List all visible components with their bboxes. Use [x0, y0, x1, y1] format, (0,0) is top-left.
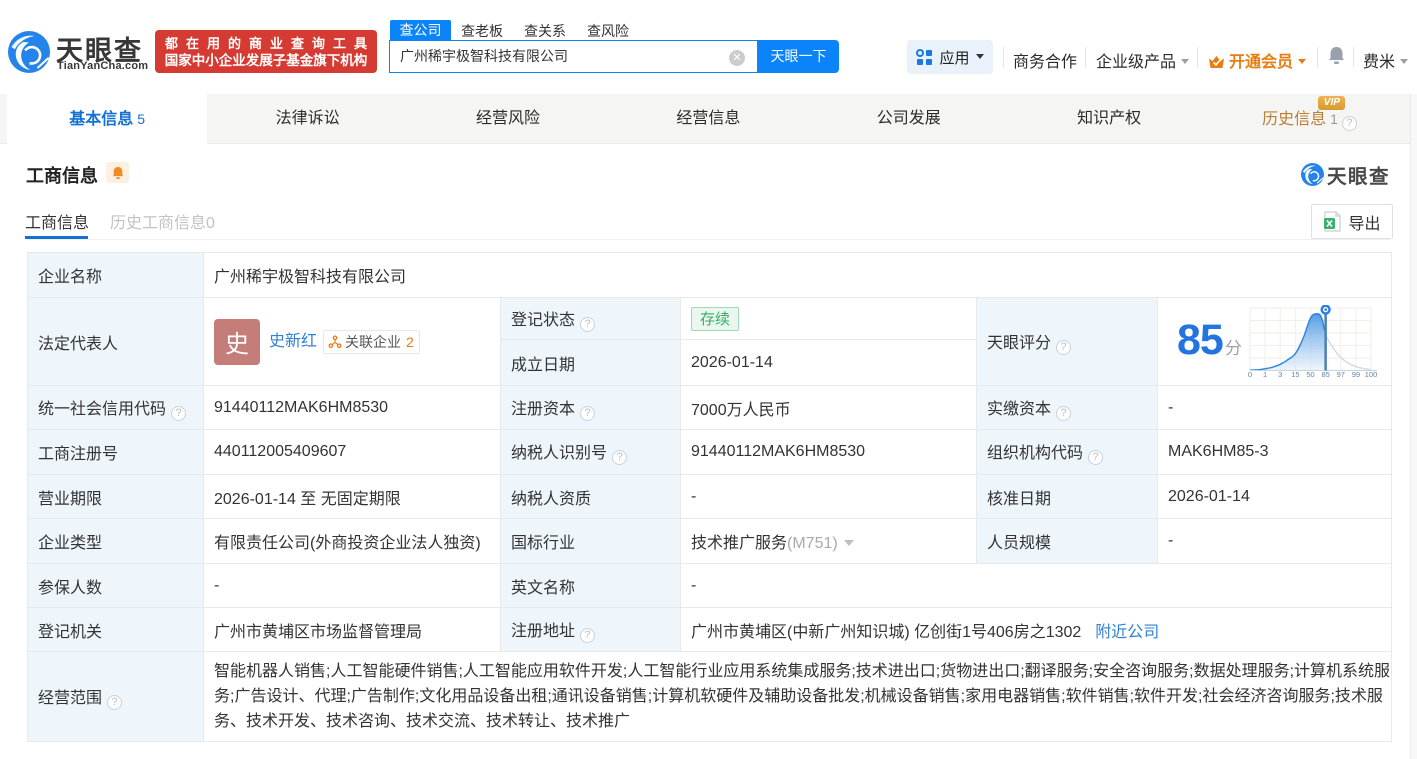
svg-text:15: 15: [1291, 370, 1299, 379]
svg-text:99: 99: [1352, 370, 1360, 379]
svg-text:50: 50: [1306, 370, 1314, 379]
svg-text:3: 3: [1278, 370, 1282, 379]
svg-text:0: 0: [1248, 370, 1252, 379]
svg-text:1: 1: [1263, 370, 1267, 379]
svg-text:85: 85: [1321, 370, 1329, 379]
svg-text:97: 97: [1336, 370, 1344, 379]
svg-text:100: 100: [1365, 370, 1378, 379]
